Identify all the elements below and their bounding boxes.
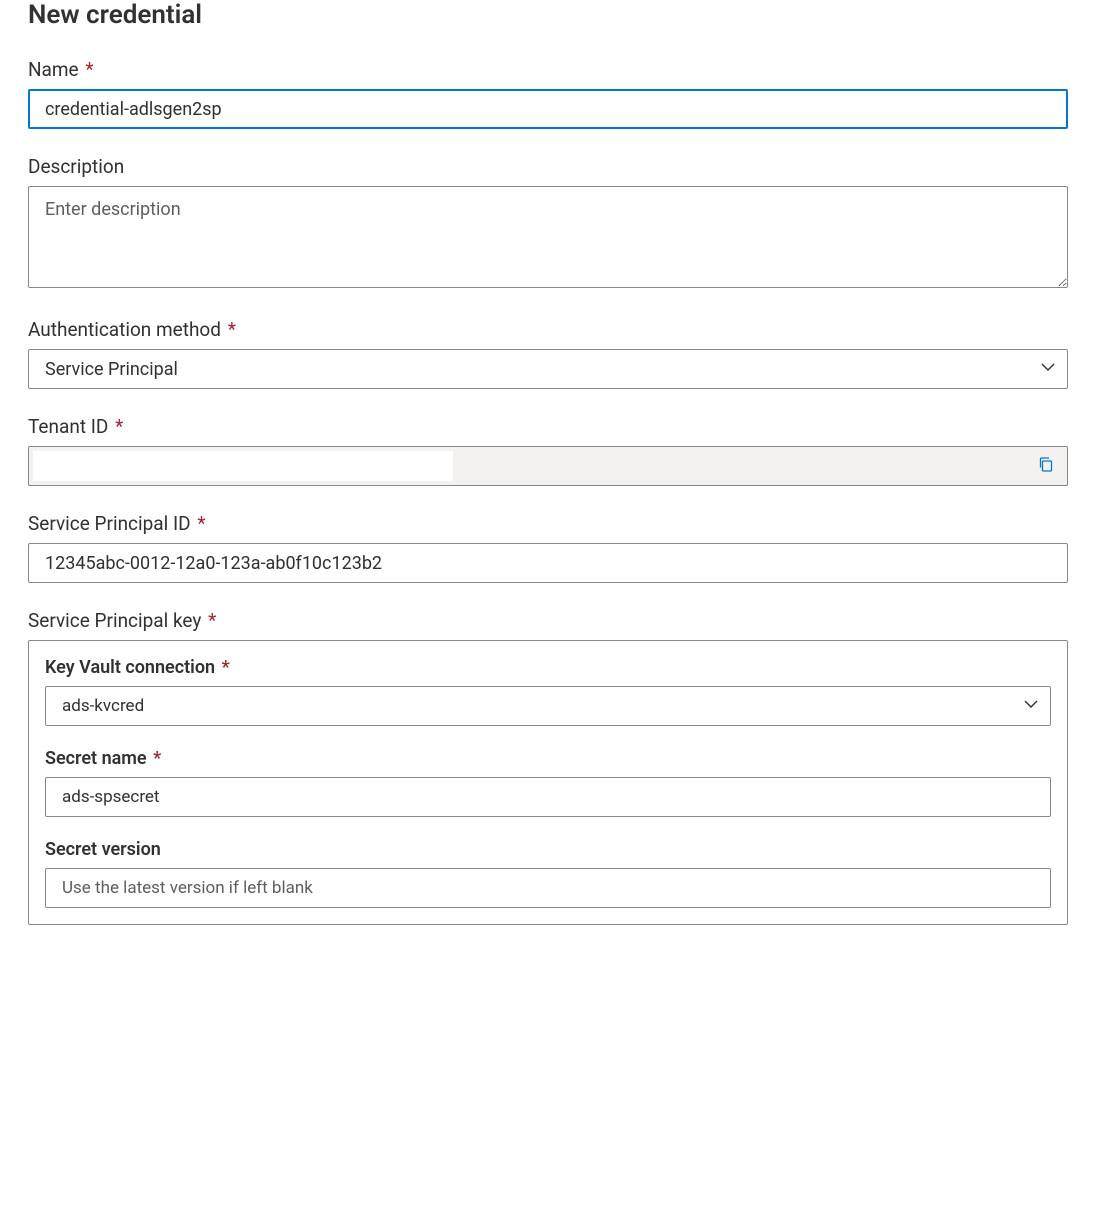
auth-method-selected-value: Service Principal [45, 359, 178, 380]
tenant-id-field: Tenant ID * [28, 415, 1068, 486]
copy-button[interactable] [1033, 452, 1059, 481]
auth-method-label: Authentication method * [28, 318, 1068, 341]
sp-id-label-text: Service Principal ID [28, 512, 191, 535]
sp-key-section: Service Principal key * Key Vault connec… [28, 609, 1068, 925]
kv-connection-label-text: Key Vault connection [45, 657, 215, 678]
name-field: Name * [28, 58, 1068, 129]
copy-icon [1037, 456, 1055, 477]
required-star-icon: * [85, 58, 93, 81]
kv-connection-selected-value: ads-kvcred [62, 696, 144, 716]
sp-id-label: Service Principal ID * [28, 512, 1068, 535]
kv-connection-label: Key Vault connection * [45, 657, 1051, 678]
auth-method-field: Authentication method * Service Principa… [28, 318, 1068, 389]
secret-name-field: Secret name * [45, 748, 1051, 817]
name-label: Name * [28, 58, 1068, 81]
name-input[interactable] [28, 89, 1068, 129]
required-star-icon: * [208, 609, 216, 632]
description-label: Description [28, 155, 1068, 178]
kv-connection-select-display: ads-kvcred [45, 686, 1051, 726]
tenant-id-label-text: Tenant ID [28, 415, 108, 438]
tenant-id-input[interactable] [33, 451, 453, 481]
secret-name-label: Secret name * [45, 748, 1051, 769]
sp-id-field: Service Principal ID * [28, 512, 1068, 583]
tenant-id-input-wrap [28, 446, 1068, 486]
sp-key-heading: Service Principal key * [28, 609, 1068, 632]
name-label-text: Name [28, 58, 79, 81]
secret-version-label-text: Secret version [45, 839, 161, 860]
required-star-icon: * [153, 748, 161, 769]
kv-connection-select[interactable]: ads-kvcred [45, 686, 1051, 726]
kv-connection-field: Key Vault connection * ads-kvcred [45, 657, 1051, 726]
tenant-id-label: Tenant ID * [28, 415, 1068, 438]
description-label-text: Description [28, 155, 124, 178]
sp-id-input[interactable] [28, 543, 1068, 583]
required-star-icon: * [197, 512, 205, 535]
secret-name-input[interactable] [45, 777, 1051, 817]
description-field: Description [28, 155, 1068, 292]
description-textarea[interactable] [28, 186, 1068, 288]
required-star-icon: * [228, 318, 236, 341]
secret-version-label: Secret version [45, 839, 1051, 860]
secret-version-input[interactable] [45, 868, 1051, 908]
secret-version-field: Secret version [45, 839, 1051, 908]
required-star-icon: * [222, 657, 230, 678]
sp-key-heading-text: Service Principal key [28, 609, 201, 632]
page-title: New credential [28, 0, 1068, 30]
sp-key-group: Key Vault connection * ads-kvcred Secret… [28, 640, 1068, 925]
required-star-icon: * [115, 415, 123, 438]
auth-method-select[interactable]: Service Principal [28, 349, 1068, 389]
auth-method-select-display: Service Principal [28, 349, 1068, 389]
auth-method-label-text: Authentication method [28, 318, 221, 341]
secret-name-label-text: Secret name [45, 748, 147, 769]
